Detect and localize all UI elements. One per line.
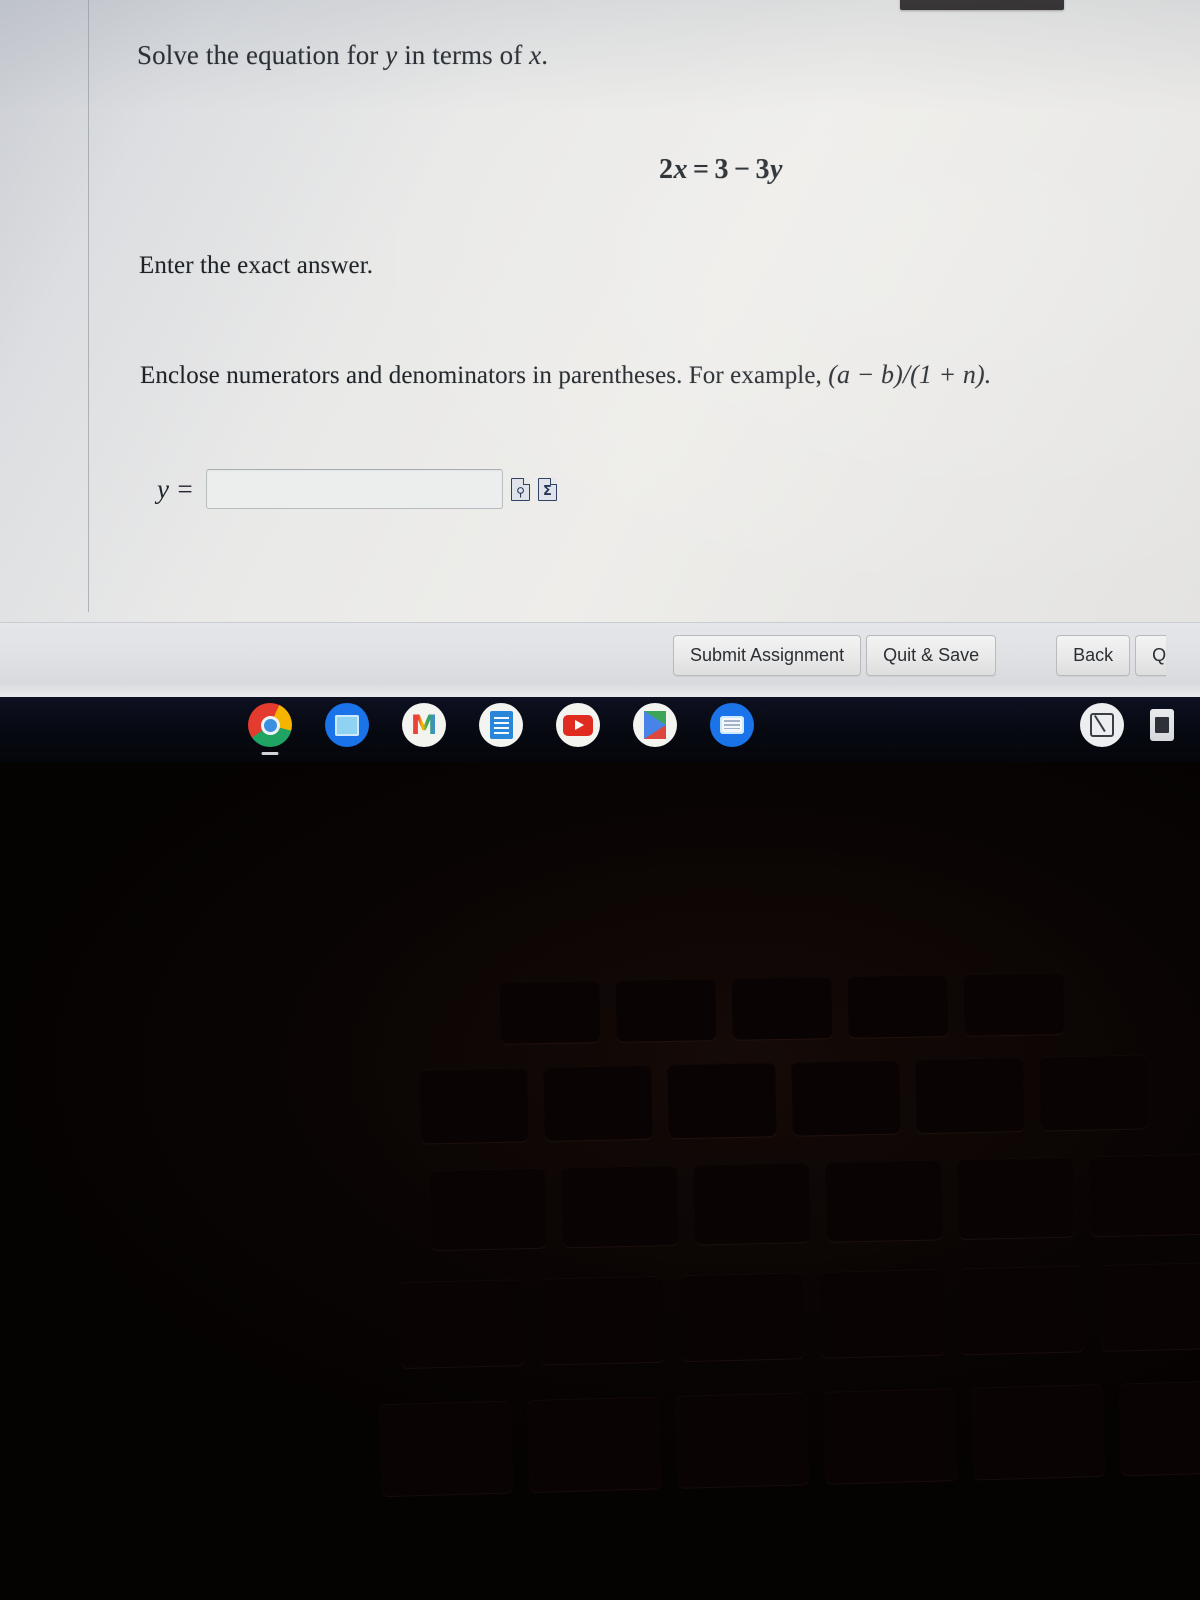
keyboard-key (667, 1062, 777, 1139)
keyboard-key (399, 1279, 526, 1369)
equation-equals: = (693, 154, 710, 185)
prompt-suffix: . (541, 40, 549, 70)
screenshot-tool-icon (1080, 703, 1124, 747)
prompt-prefix: Solve the equation for (137, 40, 379, 70)
shelf-item-docs[interactable] (479, 703, 523, 747)
equation-lhs-coefficient: 2 (659, 154, 674, 185)
keyboard-row (499, 972, 1065, 1044)
answer-label: y = (157, 473, 194, 504)
active-app-indicator (261, 752, 279, 755)
instruction-example-formula: (a − b)/(1 + n). (828, 360, 992, 389)
window-chrome-edge (900, 0, 1064, 10)
shelf-item-screenshot-tool[interactable] (1080, 703, 1124, 747)
keyboard-key (378, 1400, 514, 1497)
keyboard-key (419, 1067, 529, 1144)
preview-icon-glyph: ⚲ (516, 484, 525, 499)
equation-editor-icon-glyph: Σ (543, 483, 552, 499)
quit-and-save-button[interactable]: Quit & Save (866, 635, 997, 676)
shelf-item-youtube[interactable] (556, 703, 600, 747)
equation-rhs-operator: − (733, 154, 751, 185)
preview-icon[interactable]: ⚲ (510, 477, 530, 501)
keyboard-row (378, 1379, 1200, 1497)
keyboard-key (561, 1164, 679, 1248)
prompt-variable-x: x (529, 40, 542, 70)
keyboard-key (970, 1383, 1106, 1480)
submit-assignment-button[interactable]: Submit Assignment (673, 635, 862, 676)
laptop-keyboard (0, 762, 1200, 1600)
instruction-exact-answer: Enter the exact answer. (139, 252, 374, 279)
shelf-item-calculator[interactable] (325, 703, 369, 747)
equation-display: 2x = 3−3y (659, 154, 783, 186)
content-left-divider (88, 0, 89, 612)
shelf-item-gmail[interactable]: M (402, 703, 446, 747)
instruction-enclose-text: Enclose numerators and denominators in p… (140, 362, 822, 389)
keyboard-key (1039, 1054, 1149, 1131)
equation-rhs-variable: y (769, 154, 783, 185)
gmail-icon-glyph: M (410, 709, 438, 741)
toolbar-button-group: Submit Assignment Quit & Save Back Q (673, 635, 1167, 676)
assignment-page: Solve the equation for y in terms of x. … (0, 0, 1200, 622)
back-button[interactable]: Back (1056, 635, 1131, 676)
shelf-item-play-store[interactable] (633, 703, 677, 747)
keyboard-key (1089, 1153, 1200, 1237)
keyboard-key (526, 1396, 662, 1493)
calculator-icon (325, 703, 369, 747)
equation-rhs-coefficient: 3 (755, 154, 770, 185)
keyboard-key (822, 1388, 958, 1484)
prompt-middle: in terms of (404, 40, 523, 70)
keyboard-key (791, 1059, 901, 1136)
keyboard-row (429, 1153, 1200, 1251)
keyboard-key (543, 1064, 653, 1142)
keyboard-key (958, 1265, 1085, 1355)
answer-input[interactable] (205, 469, 503, 509)
answer-row: y = ⚲ Σ (157, 466, 557, 512)
equation-editor-icon[interactable]: Σ (537, 477, 557, 501)
assignment-action-toolbar: Submit Assignment Quit & Save Back Q (0, 622, 1200, 698)
shelf-status-area (1080, 703, 1174, 747)
messages-icon (710, 703, 754, 747)
equation-rhs-constant: 3 (714, 154, 729, 185)
keyboard-key (731, 976, 833, 1040)
next-question-button[interactable]: Q (1135, 635, 1167, 676)
battery-icon[interactable] (1150, 709, 1174, 741)
keyboard-key (499, 980, 601, 1044)
equation-lhs-variable: x (673, 154, 688, 185)
keyboard-key (678, 1272, 806, 1362)
keyboard-key (825, 1159, 943, 1242)
keyboard-key (615, 978, 717, 1042)
keyboard-key (693, 1162, 811, 1245)
keyboard-key (818, 1268, 946, 1358)
keyboard-key (429, 1167, 547, 1251)
shelf-item-chrome[interactable] (248, 703, 292, 755)
keyboard-key (1098, 1261, 1200, 1351)
laptop-screen: Solve the equation for y in terms of x. … (0, 0, 1200, 762)
prompt-variable-y: y (385, 40, 398, 70)
youtube-icon (556, 703, 600, 747)
question-prompt: Solve the equation for y in terms of x. (137, 40, 548, 71)
keyboard-key (963, 972, 1065, 1036)
keyboard-row (419, 1054, 1149, 1144)
docs-icon (479, 703, 523, 747)
gmail-icon: M (402, 703, 446, 747)
keyboard-key (915, 1056, 1025, 1134)
shelf-item-messages[interactable] (710, 703, 754, 747)
keyboard-key (1118, 1379, 1200, 1476)
keyboard-key (957, 1156, 1075, 1240)
chrome-icon (248, 703, 292, 747)
play-store-icon (633, 703, 677, 747)
shelf-app-list: M (248, 703, 754, 755)
keyboard-key (674, 1392, 810, 1488)
laptop-photo: Solve the equation for y in terms of x. … (0, 0, 1200, 1600)
keyboard-row (399, 1261, 1200, 1369)
keyboard-key (539, 1275, 666, 1365)
chromeos-shelf: M (0, 697, 1200, 762)
instruction-enclose-parentheses: Enclose numerators and denominators in p… (140, 360, 991, 390)
keyboard-key (847, 974, 949, 1038)
